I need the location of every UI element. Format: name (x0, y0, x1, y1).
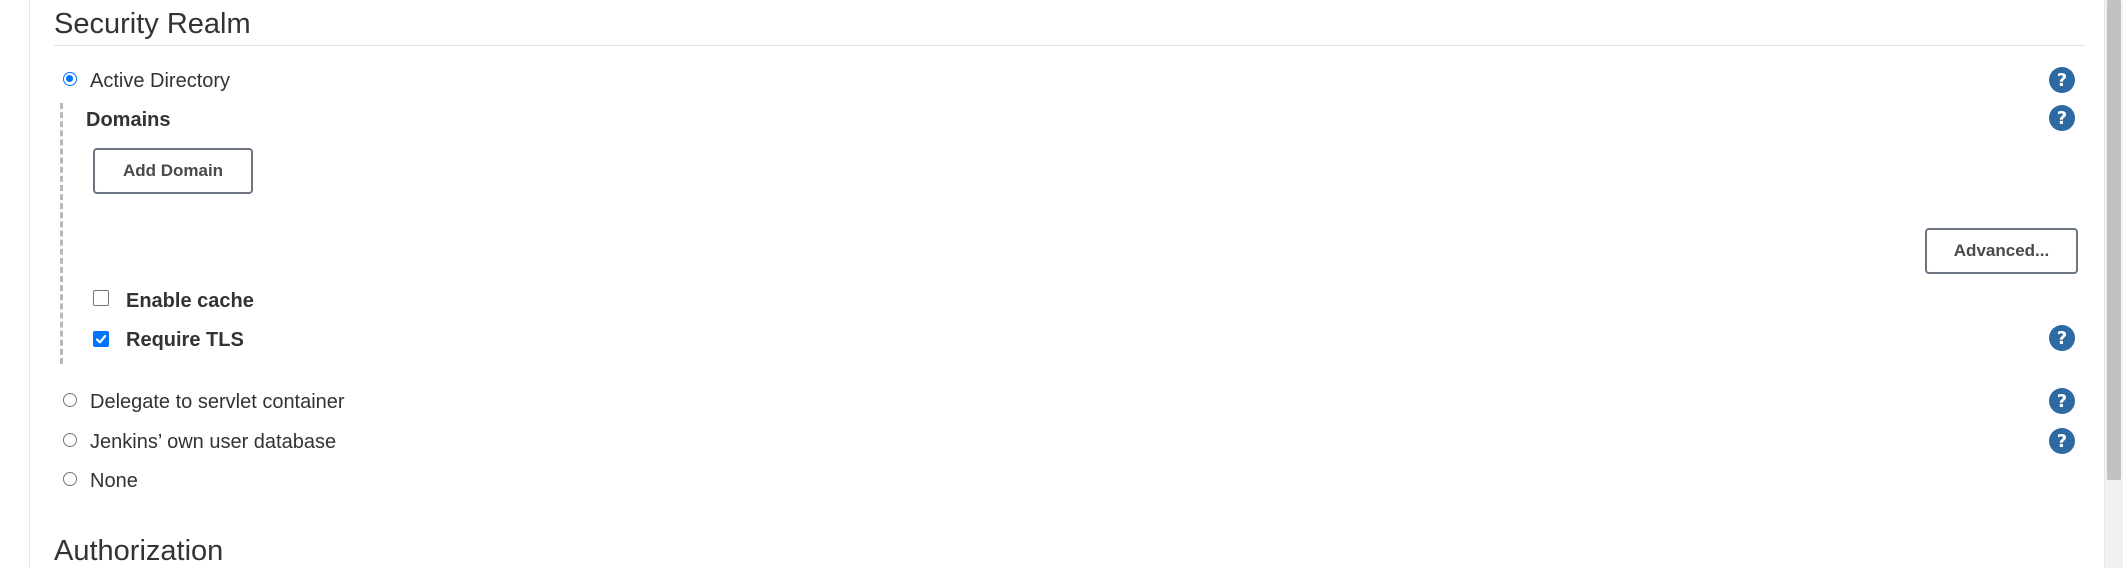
option-label-jenkins-user-database[interactable]: Jenkins’ own user database (90, 432, 336, 452)
enable-cache-checkbox[interactable] (93, 290, 109, 306)
nested-settings-indicator (60, 103, 63, 364)
radio-none[interactable] (63, 472, 77, 486)
scrollbar-thumb[interactable] (2107, 0, 2121, 480)
scrollbar[interactable] (2104, 0, 2123, 568)
radio-delegate-servlet[interactable] (63, 393, 77, 407)
page-left-border (29, 0, 30, 568)
require-tls-checkbox[interactable] (93, 331, 109, 347)
security-realm-title: Security Realm (54, 8, 251, 40)
authorization-title: Authorization (54, 535, 224, 567)
help-icon[interactable]: ? (2049, 388, 2075, 414)
option-label-none[interactable]: None (90, 471, 138, 491)
radio-active-directory[interactable] (63, 72, 77, 86)
checkmark-icon (95, 334, 107, 344)
add-domain-button[interactable]: Add Domain (93, 148, 253, 194)
section-divider (54, 45, 2085, 46)
require-tls-label[interactable]: Require TLS (126, 330, 244, 350)
security-config-page: Security Realm Active Directory ? Domain… (0, 0, 2123, 568)
option-label-delegate-servlet[interactable]: Delegate to servlet container (90, 392, 345, 412)
help-icon[interactable]: ? (2049, 105, 2075, 131)
help-icon[interactable]: ? (2049, 67, 2075, 93)
domains-label: Domains (86, 109, 171, 131)
enable-cache-label[interactable]: Enable cache (126, 291, 254, 311)
radio-jenkins-user-database[interactable] (63, 433, 77, 447)
option-label-active-directory[interactable]: Active Directory (90, 71, 230, 91)
help-icon[interactable]: ? (2049, 428, 2075, 454)
advanced-button[interactable]: Advanced... (1925, 228, 2078, 274)
help-icon[interactable]: ? (2049, 325, 2075, 351)
